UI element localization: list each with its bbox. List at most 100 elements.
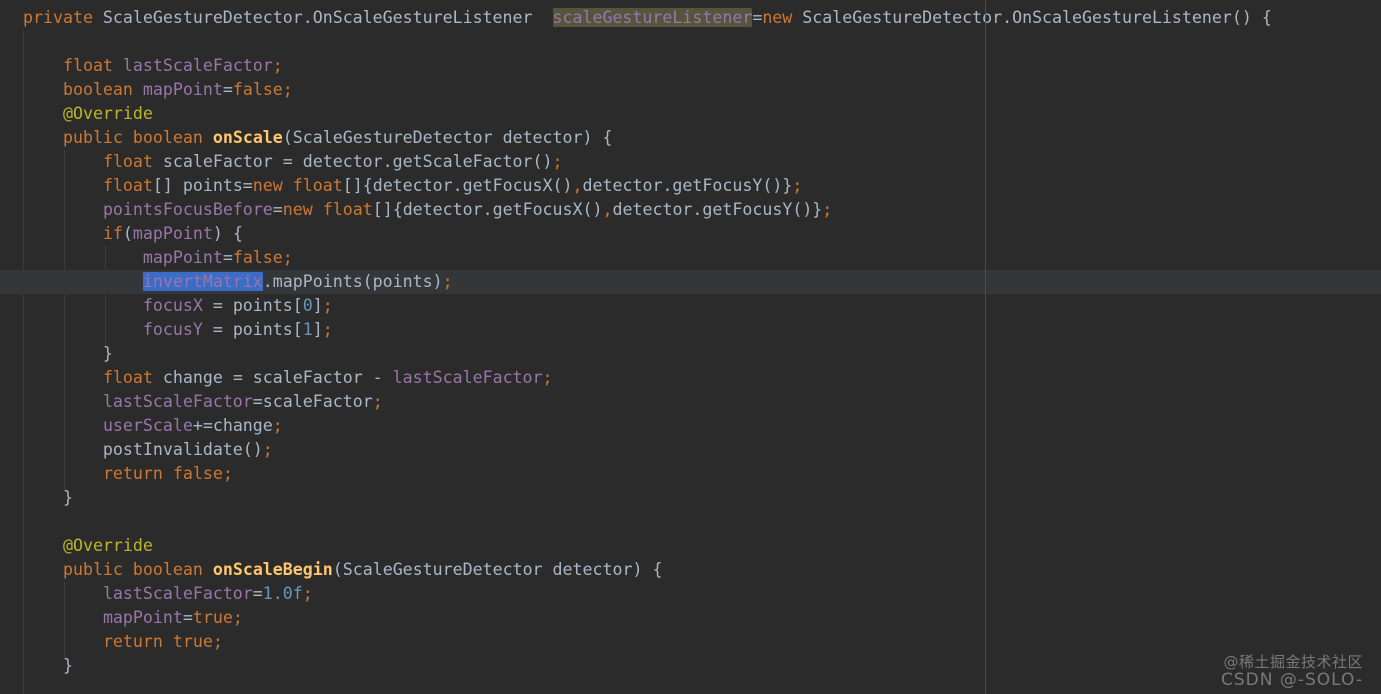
code-line[interactable]: return true; bbox=[0, 630, 1381, 654]
code-line[interactable]: lastScaleFactor=scaleFactor; bbox=[0, 390, 1381, 414]
code-token: ( bbox=[122, 224, 133, 243]
highlighted-identifier[interactable]: scaleGestureListener bbox=[552, 8, 753, 27]
code-token: return bbox=[102, 464, 163, 483]
code-line[interactable] bbox=[0, 510, 1381, 534]
code-token: } bbox=[23, 488, 73, 507]
code-token: = bbox=[222, 248, 233, 267]
code-line[interactable]: mapPoint=false; bbox=[0, 246, 1381, 270]
code-line[interactable]: postInvalidate(); bbox=[0, 438, 1381, 462]
selected-identifier[interactable]: invertMatrix bbox=[142, 272, 263, 291]
code-token: (ScaleGestureDetector detector) { bbox=[282, 128, 613, 147]
watermark: @稀土掘金技术社区 CSDN @-SOLO- bbox=[1221, 653, 1363, 689]
code-line[interactable]: } bbox=[0, 486, 1381, 510]
code-line[interactable]: @Override bbox=[0, 102, 1381, 126]
code-token: false bbox=[172, 464, 223, 483]
code-line[interactable] bbox=[0, 30, 1381, 54]
code-token: ; bbox=[552, 152, 563, 171]
code-token: userScale bbox=[102, 416, 193, 435]
code-token: public bbox=[62, 128, 123, 147]
code-line[interactable]: float lastScaleFactor; bbox=[0, 54, 1381, 78]
code-token: .mapPoints(points) bbox=[262, 272, 443, 291]
watermark-community-text: @稀土掘金技术社区 bbox=[1223, 653, 1363, 672]
code-line[interactable]: boolean mapPoint=false; bbox=[0, 78, 1381, 102]
code-token: 1.0f bbox=[262, 584, 303, 603]
code-line[interactable]: float[] points=new float[]{detector.getF… bbox=[0, 174, 1381, 198]
code-token: false bbox=[232, 80, 283, 99]
code-line[interactable]: private ScaleGestureDetector.OnScaleGest… bbox=[0, 6, 1381, 30]
code-token: ScaleGestureDetector.OnScaleGestureListe… bbox=[92, 8, 553, 27]
code-token: detector.getFocusY()} bbox=[612, 200, 823, 219]
code-token: focusX bbox=[142, 296, 203, 315]
code-line[interactable]: public boolean onScaleBegin(ScaleGesture… bbox=[0, 558, 1381, 582]
code-line[interactable]: } bbox=[0, 342, 1381, 366]
code-line[interactable]: userScale+=change; bbox=[0, 414, 1381, 438]
code-token: lastScaleFactor bbox=[122, 56, 273, 75]
code-token: ] bbox=[312, 296, 323, 315]
code-token: pointsFocusBefore bbox=[102, 200, 273, 219]
code-token: = points[ bbox=[202, 320, 303, 339]
code-token: ; bbox=[282, 80, 293, 99]
code-line[interactable]: lastScaleFactor=1.0f; bbox=[0, 582, 1381, 606]
code-line[interactable]: pointsFocusBefore=new float[]{detector.g… bbox=[0, 198, 1381, 222]
code-token: float bbox=[62, 56, 113, 75]
code-token: } bbox=[23, 344, 113, 363]
code-token: = bbox=[272, 200, 283, 219]
code-token: focusY bbox=[142, 320, 203, 339]
code-token: ; bbox=[222, 464, 233, 483]
code-line[interactable]: float scaleFactor = detector.getScaleFac… bbox=[0, 150, 1381, 174]
code-token: scaleFactor = detector.getScaleFactor() bbox=[152, 152, 553, 171]
code-token: [] points= bbox=[152, 176, 253, 195]
code-token: private bbox=[23, 8, 93, 27]
code-token: false bbox=[232, 248, 283, 267]
code-token: postInvalidate() bbox=[23, 440, 263, 459]
code-token: boolean bbox=[132, 128, 203, 147]
code-token: lastScaleFactor bbox=[392, 368, 543, 387]
code-token: = bbox=[182, 608, 193, 627]
code-token: @Override bbox=[62, 536, 153, 555]
code-token: 1 bbox=[302, 320, 313, 339]
code-line[interactable]: if(mapPoint) { bbox=[0, 222, 1381, 246]
code-token: return bbox=[102, 632, 163, 651]
code-line[interactable]: mapPoint=true; bbox=[0, 606, 1381, 630]
code-line[interactable]: float change = scaleFactor - lastScaleFa… bbox=[0, 366, 1381, 390]
code-token: ; bbox=[232, 608, 243, 627]
code-token: new bbox=[762, 8, 793, 27]
code-token: ; bbox=[822, 200, 833, 219]
code-token: boolean bbox=[62, 80, 133, 99]
code-line[interactable]: focusX = points[0]; bbox=[0, 294, 1381, 318]
code-line[interactable]: } bbox=[0, 654, 1381, 678]
code-token: ; bbox=[262, 440, 273, 459]
code-token: float bbox=[102, 152, 153, 171]
code-token: ; bbox=[272, 416, 283, 435]
code-token: } bbox=[23, 656, 73, 675]
code-token: ; bbox=[372, 392, 383, 411]
code-editor[interactable]: private ScaleGestureDetector.OnScaleGest… bbox=[0, 0, 1381, 694]
code-token: ; bbox=[272, 56, 283, 75]
code-line[interactable]: @Override bbox=[0, 534, 1381, 558]
code-token: float bbox=[102, 176, 153, 195]
code-token: 0 bbox=[302, 296, 313, 315]
code-line[interactable]: return false; bbox=[0, 462, 1381, 486]
code-line[interactable]: focusY = points[1]; bbox=[0, 318, 1381, 342]
code-token: ) { bbox=[212, 224, 243, 243]
code-line-current[interactable]: invertMatrix.mapPoints(points); bbox=[0, 270, 1381, 294]
code-line[interactable]: public boolean onScale(ScaleGestureDetec… bbox=[0, 126, 1381, 150]
code-token: ; bbox=[302, 584, 313, 603]
code-token: change = scaleFactor - bbox=[152, 368, 393, 387]
